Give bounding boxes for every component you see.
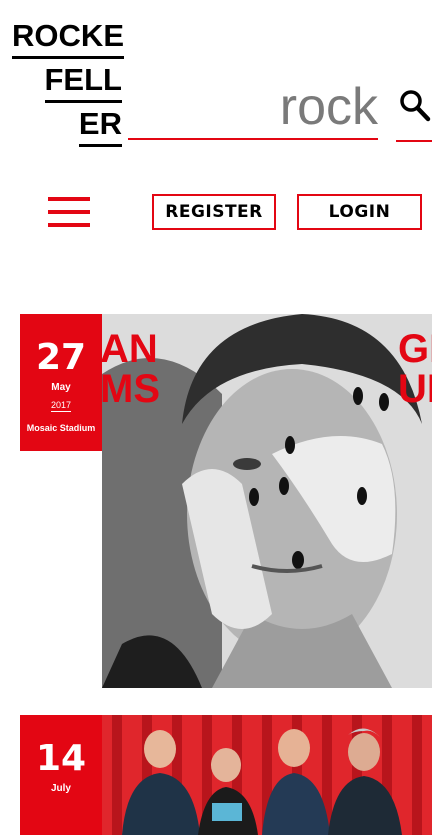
search-button[interactable] [396, 78, 432, 142]
svg-text:GI: GI [398, 327, 432, 371]
event-day: 27 [35, 337, 87, 378]
event-day: 14 [35, 738, 87, 779]
logo-line-2: FELL [44, 62, 122, 103]
svg-text:MS: MS [102, 367, 160, 411]
register-button[interactable]: REGISTER [152, 194, 276, 230]
event-poster-image[interactable] [102, 715, 432, 835]
event-date-badge: 27 May 2017 Mosaic Stadium [20, 314, 102, 451]
logo-line-3: ER [78, 106, 122, 147]
svg-text:AN: AN [102, 327, 158, 371]
event-year: 2017 [50, 400, 72, 412]
event-month: July [50, 783, 71, 794]
login-button[interactable]: LOGIN [297, 194, 422, 230]
hamburger-menu-icon[interactable] [48, 197, 90, 227]
event-venue: Mosaic Stadium [26, 423, 96, 433]
event-date-badge: 14 July [20, 715, 102, 835]
search-input[interactable] [128, 76, 378, 140]
logo-line-1: ROCKE [12, 18, 124, 59]
event-card[interactable]: 14 July [20, 715, 432, 835]
event-month: May [51, 382, 71, 393]
search-icon [400, 90, 431, 122]
svg-text:UI: UI [398, 367, 432, 411]
event-poster-image[interactable]: AN MS GI UI [102, 314, 432, 688]
event-card[interactable]: AN MS GI UI 27 May 2017 Mosaic Stadium [20, 314, 432, 688]
